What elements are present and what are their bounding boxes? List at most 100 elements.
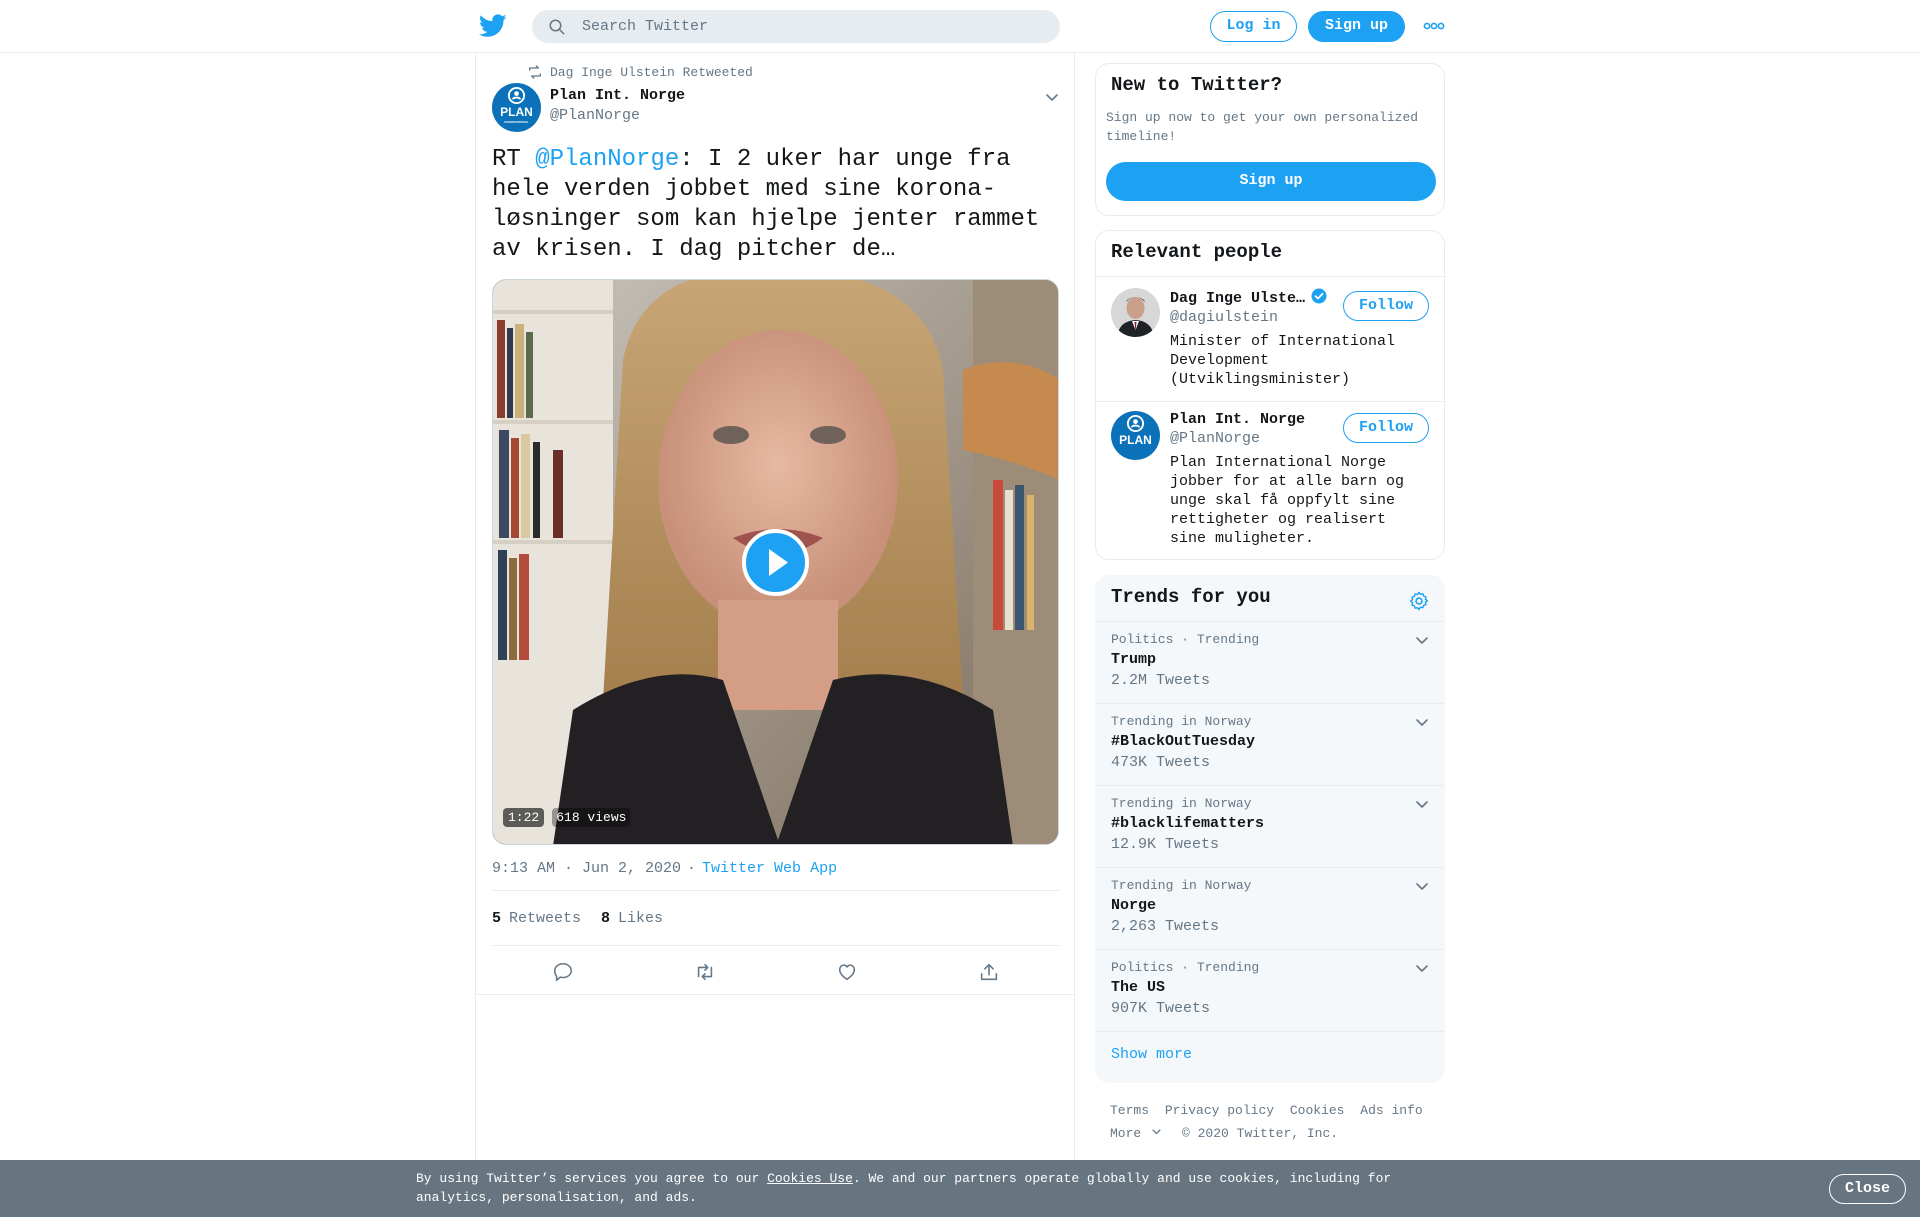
- show-more-link[interactable]: Show more: [1111, 1046, 1192, 1063]
- avatar-text: PLAN: [1119, 433, 1152, 447]
- video-views: 618 views: [552, 808, 631, 827]
- trend-name[interactable]: The US: [1111, 979, 1165, 996]
- plan-logo-icon: [1126, 414, 1145, 433]
- play-icon: [769, 549, 788, 576]
- person-name-text: Dag Inge Ulste…: [1170, 290, 1306, 307]
- tweet-mention-link[interactable]: @PlanNorge: [535, 146, 679, 173]
- chevron-down-icon[interactable]: [1414, 714, 1430, 730]
- tweet-stats: 5 Retweets 8 Likes: [492, 910, 683, 927]
- footer-link-ads-info[interactable]: Ads info: [1360, 1103, 1422, 1118]
- person-avatar[interactable]: PLAN: [1111, 411, 1160, 460]
- trend-count: 2,263 Tweets: [1111, 918, 1220, 935]
- video-duration: 1:22: [503, 808, 545, 827]
- retweet-icon: [529, 65, 541, 79]
- trend-name[interactable]: Norge: [1111, 897, 1156, 914]
- trend-item[interactable]: Politics · Trending The US 907K Tweets: [1096, 949, 1444, 1031]
- trend-name[interactable]: #BlackOutTuesday: [1111, 733, 1255, 750]
- person-bio: Plan International Norge jobber for at a…: [1170, 454, 1405, 547]
- retweet-context: Dag Inge Ulstein Retweeted: [527, 64, 753, 80]
- footer-link-cookies[interactable]: Cookies: [1290, 1103, 1345, 1118]
- author-handle[interactable]: @PlanNorge: [550, 107, 640, 124]
- avatar-text: PLAN: [500, 105, 533, 119]
- trend-name[interactable]: Trump: [1111, 651, 1156, 668]
- person-avatar[interactable]: [1111, 288, 1160, 337]
- trend-item[interactable]: Trending in Norway Norge 2,263 Tweets: [1096, 867, 1444, 949]
- login-button[interactable]: Log in: [1210, 11, 1297, 42]
- follow-button[interactable]: Follow: [1343, 413, 1429, 443]
- new-to-twitter-description: Sign up now to get your own personalized…: [1106, 110, 1419, 144]
- search-input[interactable]: [582, 10, 1042, 43]
- new-to-twitter-title: New to Twitter?: [1111, 74, 1283, 96]
- chevron-down-icon[interactable]: [1414, 960, 1430, 976]
- plan-logo-icon: [507, 86, 526, 105]
- author-name[interactable]: Plan Int. Norge: [550, 87, 685, 104]
- chevron-down-icon[interactable]: [1414, 632, 1430, 648]
- twitter-bird-icon[interactable]: [479, 14, 507, 38]
- likes-stat[interactable]: 8 Likes: [601, 910, 663, 927]
- person-handle[interactable]: @dagiulstein: [1170, 309, 1278, 326]
- trend-item[interactable]: Trending in Norway #blacklifematters 12.…: [1096, 785, 1444, 867]
- reply-icon[interactable]: [552, 961, 574, 983]
- more-dots-icon[interactable]: [1423, 19, 1445, 33]
- divider: [492, 890, 1060, 891]
- footer-links: Terms Privacy policy Cookies Ads info Mo…: [1110, 1099, 1440, 1145]
- retweet-context-label: Dag Inge Ulstein Retweeted: [550, 64, 753, 80]
- timestamp-separator: ·: [687, 860, 697, 877]
- retweet-action-icon[interactable]: [694, 961, 716, 983]
- tweet-video[interactable]: 1:22 618 views: [492, 279, 1059, 845]
- trend-context: Trending in Norway: [1111, 878, 1252, 893]
- tweet-actions: [492, 951, 1060, 993]
- trend-count: 907K Tweets: [1111, 1000, 1211, 1017]
- tweet-detail-column: Dag Inge Ulstein Retweeted PLAN INTERNAT…: [475, 53, 1075, 1163]
- person-bio: Minister of International Development (U…: [1170, 333, 1396, 388]
- divider: [1096, 401, 1444, 402]
- chevron-down-icon[interactable]: [1414, 878, 1430, 894]
- cookies-use-link[interactable]: Cookies Use: [767, 1171, 853, 1186]
- trend-count: 2.2M Tweets: [1111, 672, 1211, 689]
- author-avatar[interactable]: PLAN INTERNATIONAL: [492, 83, 541, 132]
- tweet-source-link[interactable]: Twitter Web App: [702, 860, 837, 877]
- top-bar: Log in Sign up: [0, 0, 1920, 53]
- person-name[interactable]: Plan Int. Norge: [1170, 411, 1305, 428]
- footer-link-privacy[interactable]: Privacy policy: [1165, 1103, 1274, 1118]
- likes-count: 8: [601, 910, 611, 927]
- tweet-timestamp[interactable]: 9:13 AM · Jun 2, 2020: [492, 860, 681, 877]
- gear-icon[interactable]: [1408, 590, 1430, 612]
- footer-link-terms[interactable]: Terms: [1110, 1103, 1149, 1118]
- tweet-text-prefix: RT: [492, 146, 536, 173]
- cookie-banner: By using Twitter’s services you agree to…: [0, 1160, 1920, 1217]
- chevron-down-icon[interactable]: [1414, 796, 1430, 812]
- trends-title: Trends for you: [1111, 586, 1271, 608]
- sidebar-signup-button[interactable]: Sign up: [1106, 162, 1436, 201]
- trend-context: Trending in Norway: [1111, 714, 1252, 729]
- trend-count: 12.9K Tweets: [1111, 836, 1220, 853]
- divider: [1096, 276, 1444, 277]
- likes-label: Likes: [618, 910, 664, 927]
- like-heart-icon[interactable]: [836, 961, 858, 983]
- retweets-label: Retweets: [509, 910, 582, 927]
- avatar-subtext: INTERNATIONAL: [504, 120, 529, 124]
- person-name[interactable]: Dag Inge Ulste…: [1170, 288, 1327, 307]
- relevant-people-card: Relevant people Dag Inge Ulste… @dagiuls…: [1095, 230, 1445, 560]
- trend-item[interactable]: Politics · Trending Trump 2.2M Tweets: [1096, 621, 1444, 703]
- search-box[interactable]: [532, 10, 1060, 43]
- share-icon[interactable]: [978, 961, 1000, 983]
- chevron-down-icon[interactable]: [1044, 89, 1060, 105]
- copyright: © 2020 Twitter, Inc.: [1182, 1126, 1339, 1141]
- trends-card: Trends for you Politics · Trending Trump…: [1095, 575, 1445, 1083]
- retweets-count: 5: [492, 910, 502, 927]
- trend-name[interactable]: #blacklifematters: [1111, 815, 1264, 832]
- retweets-stat[interactable]: 5 Retweets: [492, 910, 581, 927]
- follow-button[interactable]: Follow: [1343, 291, 1429, 321]
- signup-button[interactable]: Sign up: [1308, 11, 1405, 42]
- trend-item[interactable]: Trending in Norway #BlackOutTuesday 473K…: [1096, 703, 1444, 785]
- divider: [492, 945, 1060, 946]
- person-handle[interactable]: @PlanNorge: [1170, 430, 1260, 447]
- cookie-text: By using Twitter’s services you agree to…: [416, 1169, 1416, 1207]
- footer-more-button[interactable]: More: [1110, 1126, 1162, 1141]
- chevron-down-icon: [1152, 1129, 1161, 1135]
- play-button[interactable]: [742, 529, 809, 596]
- trend-count: 473K Tweets: [1111, 754, 1211, 771]
- cookie-text-before: By using Twitter’s services you agree to…: [416, 1171, 768, 1186]
- cookie-close-button[interactable]: Close: [1829, 1174, 1906, 1204]
